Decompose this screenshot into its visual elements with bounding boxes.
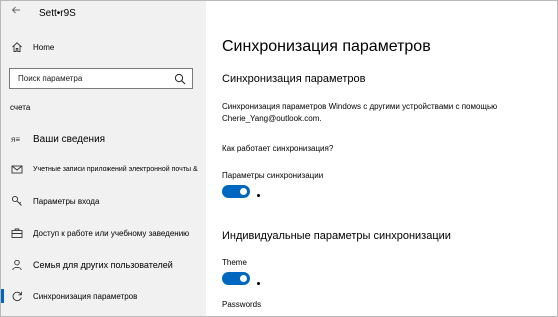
sidebar-item-sync-settings[interactable]: Синхронизация параметров [1, 288, 206, 304]
app-title: Sett•r9S [39, 8, 76, 19]
search-input[interactable] [10, 74, 170, 83]
theme-label: Theme [222, 258, 247, 267]
briefcase-icon [10, 226, 24, 240]
toggle-state-marker [257, 282, 260, 285]
sidebar-item-home[interactable]: Home [1, 39, 206, 55]
search-box[interactable] [9, 68, 193, 89]
home-icon [10, 40, 24, 54]
sync-icon [10, 289, 24, 303]
sidebar: Sett•r9S Home счета ᴙ≡ Ваши све [1, 1, 206, 316]
main-content: Синхронизация параметров Синхронизация п… [206, 1, 557, 316]
sidebar-item-label: Семья для других пользователей [33, 260, 173, 270]
sync-settings-toggle[interactable] [222, 185, 250, 198]
person-card-icon: ᴙ≡ [10, 132, 24, 146]
sidebar-item-label: Параметры входа [33, 196, 100, 206]
section-label: счета [10, 103, 31, 112]
back-arrow-icon [11, 6, 20, 14]
individual-sync-title: Индивидуальные параметры синхронизации [222, 230, 451, 242]
key-icon [10, 194, 24, 208]
passwords-label: Passwords [222, 300, 262, 309]
toggle-state-marker [257, 194, 260, 197]
sidebar-item-sign-in-options[interactable]: Параметры входа [1, 193, 206, 209]
svg-text:ᴙ≡: ᴙ≡ [11, 135, 20, 144]
sidebar-item-label: Учетные записи приложений электронной по… [33, 165, 198, 173]
sidebar-item-email-accounts[interactable]: Учетные записи приложений электронной по… [1, 162, 206, 176]
page-title: Синхронизация параметров [222, 38, 431, 55]
back-button[interactable] [11, 5, 25, 17]
how-sync-works-link[interactable]: Как работает синхронизация? [222, 144, 333, 153]
toggle-knob [240, 275, 247, 282]
sync-description: Синхронизация параметров Windows с други… [222, 102, 498, 123]
sidebar-item-label: Ваши сведения [33, 133, 106, 145]
theme-toggle[interactable] [222, 272, 250, 285]
sync-settings-label: Параметры синхронизации [222, 171, 324, 180]
toggle-knob [240, 188, 247, 195]
sidebar-item-your-info[interactable]: ᴙ≡ Ваши сведения [1, 131, 206, 147]
sidebar-item-work-school[interactable]: Доступ к работе или учебному заведению [1, 225, 206, 241]
mail-icon [10, 162, 24, 176]
sidebar-item-family[interactable]: Семья для других пользователей [1, 257, 206, 273]
sidebar-item-label: Синхронизация параметров [33, 291, 138, 301]
sidebar-item-label: Доступ к работе или учебному заведению [33, 228, 190, 238]
settings-window: Sett•r9S Home счета ᴙ≡ Ваши све [0, 0, 558, 317]
search-icon[interactable] [174, 73, 186, 85]
person-icon [10, 258, 24, 272]
sidebar-item-label: Home [33, 42, 55, 52]
section-title: Синхронизация параметров [222, 73, 366, 85]
